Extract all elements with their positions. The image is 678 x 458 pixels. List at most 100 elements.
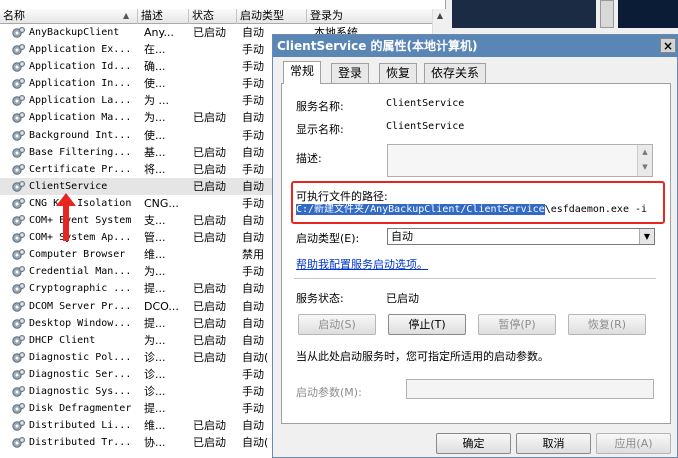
service-name-cell: Application La...: [29, 95, 132, 107]
gear-icon: [12, 334, 25, 346]
gear-icon: [12, 249, 25, 260]
service-description-cell: 提...: [144, 282, 166, 296]
gear-icon: [12, 163, 25, 175]
tab-dependencies[interactable]: 依存关系: [424, 63, 487, 83]
column-header-description[interactable]: 描述: [138, 9, 189, 24]
service-description-cell: 在...: [144, 43, 166, 57]
gear-icon: [12, 180, 25, 192]
dialog-title: ClientService 的属性(本地计算机): [277, 39, 478, 53]
service-startup-cell: 自动: [242, 214, 264, 228]
tab-recovery[interactable]: 恢复: [379, 63, 418, 83]
service-status-value: 已启动: [386, 292, 419, 305]
gear-icon: [12, 129, 25, 141]
stop-button[interactable]: 停止(T): [388, 314, 466, 335]
gear-icon: [12, 317, 25, 329]
screen: 名称 ▲ 描述 状态 启动类型 登录为 AnyBackupClient Any...…: [0, 0, 678, 458]
gear-icon: [12, 215, 25, 226]
gear-icon: [12, 44, 25, 55]
service-name-cell: Distributed Tr...: [29, 437, 132, 449]
display-name-value[interactable]: ClientService: [386, 121, 464, 132]
service-status-cell: 已启动: [193, 282, 226, 296]
service-startup-cell: 自动: [242, 231, 264, 245]
service-name-cell: CNG Key Isolation: [29, 197, 132, 209]
service-description-cell: 使...: [144, 128, 166, 142]
column-header-startup-type[interactable]: 启动类型: [237, 9, 307, 24]
service-status-cell: 已启动: [193, 316, 226, 330]
pause-button[interactable]: 暂停(P): [478, 314, 556, 335]
service-startup-cell: 自动: [242, 316, 264, 330]
red-arrow-annotation-icon: [56, 193, 76, 241]
service-name-cell: ClientService: [29, 180, 108, 192]
gear-icon: [12, 351, 25, 363]
service-status-cell: 已启动: [193, 26, 226, 39]
gear-icon: [12, 437, 25, 448]
service-name-cell: Diagnostic Pol...: [29, 351, 132, 363]
service-startup-cell: 自动(: [242, 350, 269, 364]
service-name-cell: DCOM Server Pr...: [29, 300, 132, 312]
service-startup-cell: 手动: [242, 43, 264, 57]
gear-icon: [12, 300, 25, 312]
service-name-cell: COM+ System Ap...: [29, 232, 132, 244]
column-header-name[interactable]: 名称 ▲: [0, 9, 138, 24]
executable-path-value[interactable]: C:/新建文件夹/AnyBackupClient/ClientService\e…: [296, 202, 658, 217]
service-description-cell: 维...: [144, 419, 166, 433]
tab-logon[interactable]: 登录: [331, 63, 370, 83]
service-startup-cell: 禁用: [242, 248, 264, 262]
desc-scroll-down-icon[interactable]: ▼: [638, 160, 652, 175]
column-header-status[interactable]: 状态: [189, 9, 237, 24]
service-name-label: 服务名称:: [296, 100, 344, 113]
description-field[interactable]: ▲ ▼: [387, 144, 653, 177]
service-startup-cell: 手动: [242, 265, 264, 279]
gear-icon: [12, 403, 25, 414]
service-startup-cell: 自动: [242, 419, 264, 433]
service-status-cell: 已启动: [193, 111, 226, 125]
gear-icon: [12, 78, 25, 89]
close-icon[interactable]: ×: [660, 38, 676, 53]
help-configure-link[interactable]: 帮助我配置服务启动选项。: [296, 256, 428, 272]
service-status-cell: 已启动: [193, 333, 226, 347]
tab-general[interactable]: 常规: [283, 61, 322, 84]
service-startup-cell: 自动: [242, 299, 264, 313]
start-params-input[interactable]: [406, 379, 654, 399]
ok-button[interactable]: 确定: [436, 433, 511, 454]
column-header-logon-as[interactable]: 登录为: [307, 9, 432, 24]
service-description-cell: 为...: [144, 111, 166, 125]
gear-icon: [12, 27, 25, 38]
service-name-cell: Certificate Pr...: [29, 163, 132, 175]
start-params-hint: 当从此处启动服务时，您可指定所适用的启动参数。: [296, 350, 549, 363]
chevron-down-icon[interactable]: ▼: [639, 229, 654, 244]
cancel-button[interactable]: 取消: [516, 433, 591, 454]
startup-type-value: 自动: [391, 230, 413, 243]
service-name-cell: Diagnostic Ser...: [29, 368, 132, 380]
resume-button[interactable]: 恢复(R): [568, 314, 646, 335]
gear-icon: [12, 420, 25, 431]
gear-icon: [12, 232, 25, 243]
desc-scroll-up-icon[interactable]: ▲: [638, 145, 652, 160]
start-button[interactable]: 启动(S): [298, 314, 376, 335]
service-description-cell: 提...: [144, 316, 166, 330]
display-name-label: 显示名称:: [296, 123, 344, 136]
gear-icon: [12, 266, 25, 278]
service-startup-cell: 自动: [242, 26, 264, 39]
column-header-row: 名称 ▲ 描述 状态 启动类型 登录为: [0, 9, 432, 24]
scroll-up-icon[interactable]: ▲: [433, 9, 447, 23]
service-startup-cell: 手动: [242, 196, 264, 210]
service-description-cell: DCO...: [144, 299, 179, 313]
properties-dialog: ClientService 的属性(本地计算机) × 常规 登录 恢复 依存关系…: [272, 34, 678, 458]
service-startup-cell: 自动(: [242, 436, 269, 450]
service-status-cell: 已启动: [193, 179, 226, 193]
service-startup-cell: 自动: [242, 333, 264, 347]
startup-type-select[interactable]: 自动 ▼: [387, 228, 655, 245]
service-description-cell: 基...: [144, 145, 166, 159]
service-status-cell: 已启动: [193, 162, 226, 176]
service-description-cell: 管...: [144, 231, 166, 245]
divider: [294, 278, 656, 279]
path-remaining-text: \esfdaemon.exe -i: [544, 204, 648, 215]
service-name-cell: DHCP Client: [29, 334, 96, 346]
service-name-cell: Disk Defragmenter: [29, 403, 132, 415]
gear-icon: [12, 368, 25, 380]
service-name-cell: Computer Browser: [29, 249, 126, 261]
service-startup-cell: 自动: [242, 179, 264, 193]
apply-button[interactable]: 应用(A): [596, 433, 671, 454]
dialog-titlebar[interactable]: ClientService 的属性(本地计算机) ×: [273, 35, 678, 57]
